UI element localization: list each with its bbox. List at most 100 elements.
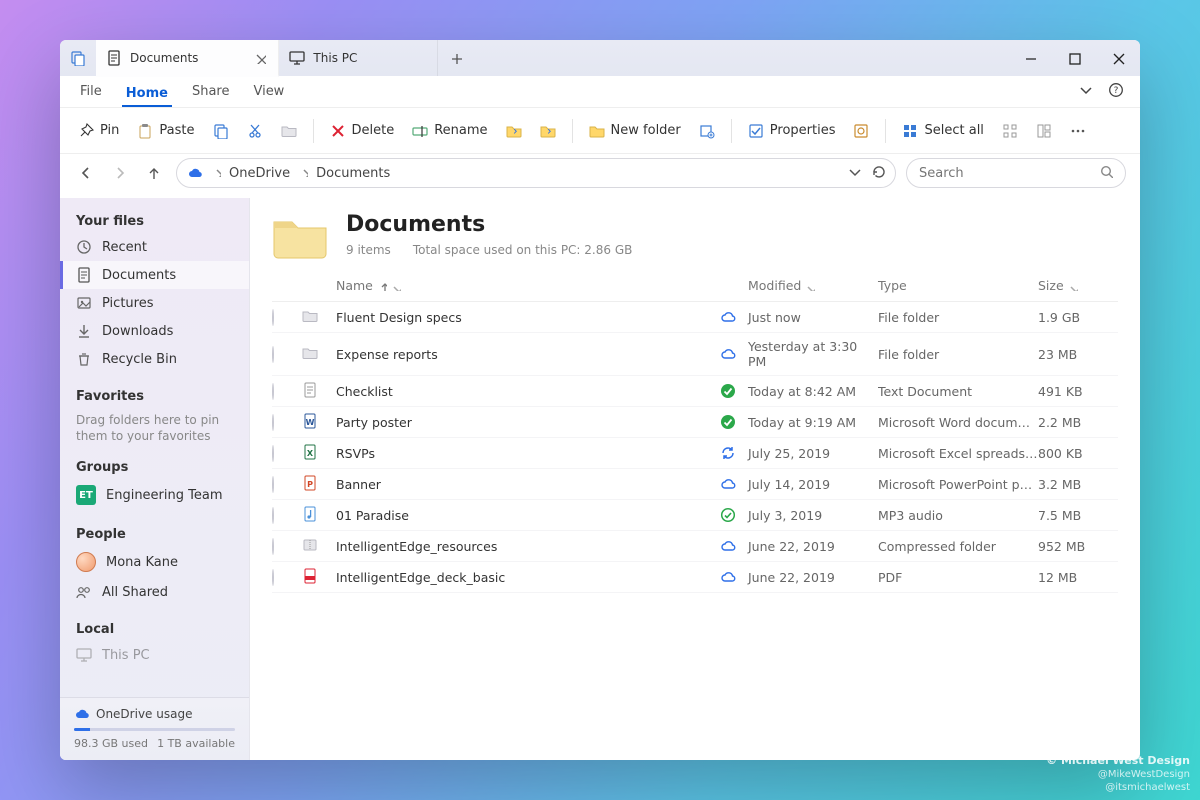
table-row[interactable]: ChecklistToday at 8:42 AMText Document49… bbox=[272, 376, 1118, 407]
collapse-ribbon-button[interactable] bbox=[1078, 82, 1094, 102]
sidebar-item-pictures[interactable]: Pictures bbox=[60, 289, 249, 317]
sidebar-item-recent[interactable]: Recent bbox=[60, 233, 249, 261]
menu-row: File Home Share View bbox=[60, 76, 1140, 108]
sidebar-item-documents[interactable]: Documents bbox=[60, 261, 249, 289]
select-circle[interactable] bbox=[272, 538, 274, 555]
table-row[interactable]: Expense reportsYesterday at 3:30 PMFile … bbox=[272, 333, 1118, 376]
file-modified: Just now bbox=[748, 310, 878, 325]
select-circle[interactable] bbox=[272, 383, 274, 400]
table-row[interactable]: IntelligentEdge_resourcesJune 22, 2019Co… bbox=[272, 531, 1118, 562]
history-button[interactable] bbox=[847, 119, 875, 143]
more-icon bbox=[1070, 123, 1086, 139]
file-size: 800 KB bbox=[1038, 446, 1118, 461]
cloud-icon bbox=[74, 706, 90, 722]
table-row[interactable]: IntelligentEdge_deck_basicJune 22, 2019P… bbox=[272, 562, 1118, 593]
up-button[interactable] bbox=[142, 161, 166, 185]
tab-documents[interactable]: Documents bbox=[96, 40, 279, 77]
sidebar-item-recycle-bin[interactable]: Recycle Bin bbox=[60, 345, 249, 373]
new-item-button[interactable] bbox=[693, 119, 721, 143]
file-name: IntelligentEdge_resources bbox=[336, 539, 720, 554]
select-none-button[interactable] bbox=[996, 119, 1024, 143]
select-all-button[interactable]: Select all bbox=[896, 119, 989, 143]
move-to-button[interactable] bbox=[500, 119, 528, 143]
delete-button[interactable]: Delete bbox=[324, 119, 401, 143]
monitor-icon bbox=[76, 647, 92, 663]
address-row: OneDrive Documents bbox=[60, 154, 1140, 198]
table-row[interactable]: BannerJuly 14, 2019Microsoft PowerPoint … bbox=[272, 469, 1118, 500]
crumb-root[interactable]: OneDrive bbox=[229, 166, 290, 181]
select-circle[interactable] bbox=[272, 569, 274, 586]
breadcrumb-dropdown[interactable] bbox=[847, 164, 861, 182]
close-icon[interactable] bbox=[254, 52, 266, 64]
copy-path-icon bbox=[281, 123, 297, 139]
select-circle[interactable] bbox=[272, 309, 274, 326]
sidebar-item-this-pc[interactable]: This PC bbox=[60, 641, 249, 669]
minimize-button[interactable] bbox=[1008, 40, 1052, 76]
file-modified: July 3, 2019 bbox=[748, 508, 878, 523]
move-icon bbox=[506, 123, 522, 139]
help-button[interactable] bbox=[1108, 82, 1124, 102]
select-circle[interactable] bbox=[272, 346, 274, 363]
refresh-button[interactable] bbox=[871, 164, 885, 182]
table-row[interactable]: RSVPsJuly 25, 2019Microsoft Excel spread… bbox=[272, 438, 1118, 469]
close-window-button[interactable] bbox=[1096, 40, 1140, 76]
breadcrumb-bar[interactable]: OneDrive Documents bbox=[176, 158, 896, 188]
delete-icon bbox=[330, 123, 346, 139]
sync-status-icon bbox=[720, 538, 736, 554]
copy-path-button[interactable] bbox=[275, 119, 303, 143]
sidebar-item-all-shared[interactable]: All Shared bbox=[60, 578, 249, 606]
sidebar-item-group[interactable]: ET Engineering Team bbox=[60, 479, 249, 511]
sync-status-icon bbox=[720, 414, 736, 430]
col-size[interactable]: Size bbox=[1038, 278, 1118, 293]
forward-button[interactable] bbox=[108, 161, 132, 185]
monitor-icon bbox=[289, 50, 305, 66]
properties-button[interactable]: Properties bbox=[742, 119, 842, 143]
copy-to-button[interactable] bbox=[534, 119, 562, 143]
table-row[interactable]: Party posterToday at 9:19 AMMicrosoft Wo… bbox=[272, 407, 1118, 438]
col-name[interactable]: Name bbox=[336, 278, 720, 293]
document-icon bbox=[76, 267, 92, 283]
crumb-current[interactable]: Documents bbox=[316, 166, 390, 181]
paste-button[interactable]: Paste bbox=[131, 119, 200, 143]
table-row[interactable]: Fluent Design specsJust nowFile folder1.… bbox=[272, 302, 1118, 333]
col-type[interactable]: Type bbox=[878, 278, 1038, 293]
table-row[interactable]: 01 ParadiseJuly 3, 2019MP3 audio7.5 MB bbox=[272, 500, 1118, 531]
cut-button[interactable] bbox=[241, 119, 269, 143]
sidebar-usage: OneDrive usage 98.3 GB used 1 TB availab… bbox=[60, 697, 249, 760]
tab-this-pc[interactable]: This PC bbox=[279, 40, 438, 76]
select-circle[interactable] bbox=[272, 445, 274, 462]
sidebar-item-downloads[interactable]: Downloads bbox=[60, 317, 249, 345]
sync-status-icon bbox=[720, 507, 736, 523]
select-circle[interactable] bbox=[272, 507, 274, 524]
pin-button[interactable]: Pin bbox=[72, 119, 125, 143]
menu-share[interactable]: Share bbox=[188, 80, 234, 103]
search-input[interactable] bbox=[919, 166, 1091, 181]
menu-home[interactable]: Home bbox=[122, 82, 172, 107]
col-modified[interactable]: Modified bbox=[748, 278, 878, 293]
recycle-icon bbox=[76, 351, 92, 367]
maximize-button[interactable] bbox=[1052, 40, 1096, 76]
menu-file[interactable]: File bbox=[76, 80, 106, 103]
avatar-icon bbox=[76, 552, 96, 572]
new-folder-button[interactable]: New folder bbox=[583, 119, 687, 143]
recent-icon bbox=[76, 239, 92, 255]
copy-button[interactable] bbox=[207, 119, 235, 143]
search-box[interactable] bbox=[906, 158, 1126, 188]
back-button[interactable] bbox=[74, 161, 98, 185]
sidebar-heading-local: Local bbox=[60, 616, 249, 641]
rename-button[interactable]: Rename bbox=[406, 119, 493, 143]
invert-selection-button[interactable] bbox=[1030, 119, 1058, 143]
select-circle[interactable] bbox=[272, 414, 274, 431]
more-button[interactable] bbox=[1064, 119, 1092, 143]
menu-view[interactable]: View bbox=[249, 80, 288, 103]
tab-label: Documents bbox=[130, 51, 198, 65]
select-circle[interactable] bbox=[272, 476, 274, 493]
file-modified: June 22, 2019 bbox=[748, 570, 878, 585]
sidebar-heading-groups: Groups bbox=[60, 454, 249, 479]
sort-asc-icon bbox=[377, 281, 387, 291]
rename-icon bbox=[412, 123, 428, 139]
new-tab-button[interactable] bbox=[438, 40, 474, 76]
sidebar-item-person[interactable]: Mona Kane bbox=[60, 546, 249, 578]
file-type-icon bbox=[302, 537, 320, 555]
chevron-down-icon bbox=[1068, 281, 1078, 291]
